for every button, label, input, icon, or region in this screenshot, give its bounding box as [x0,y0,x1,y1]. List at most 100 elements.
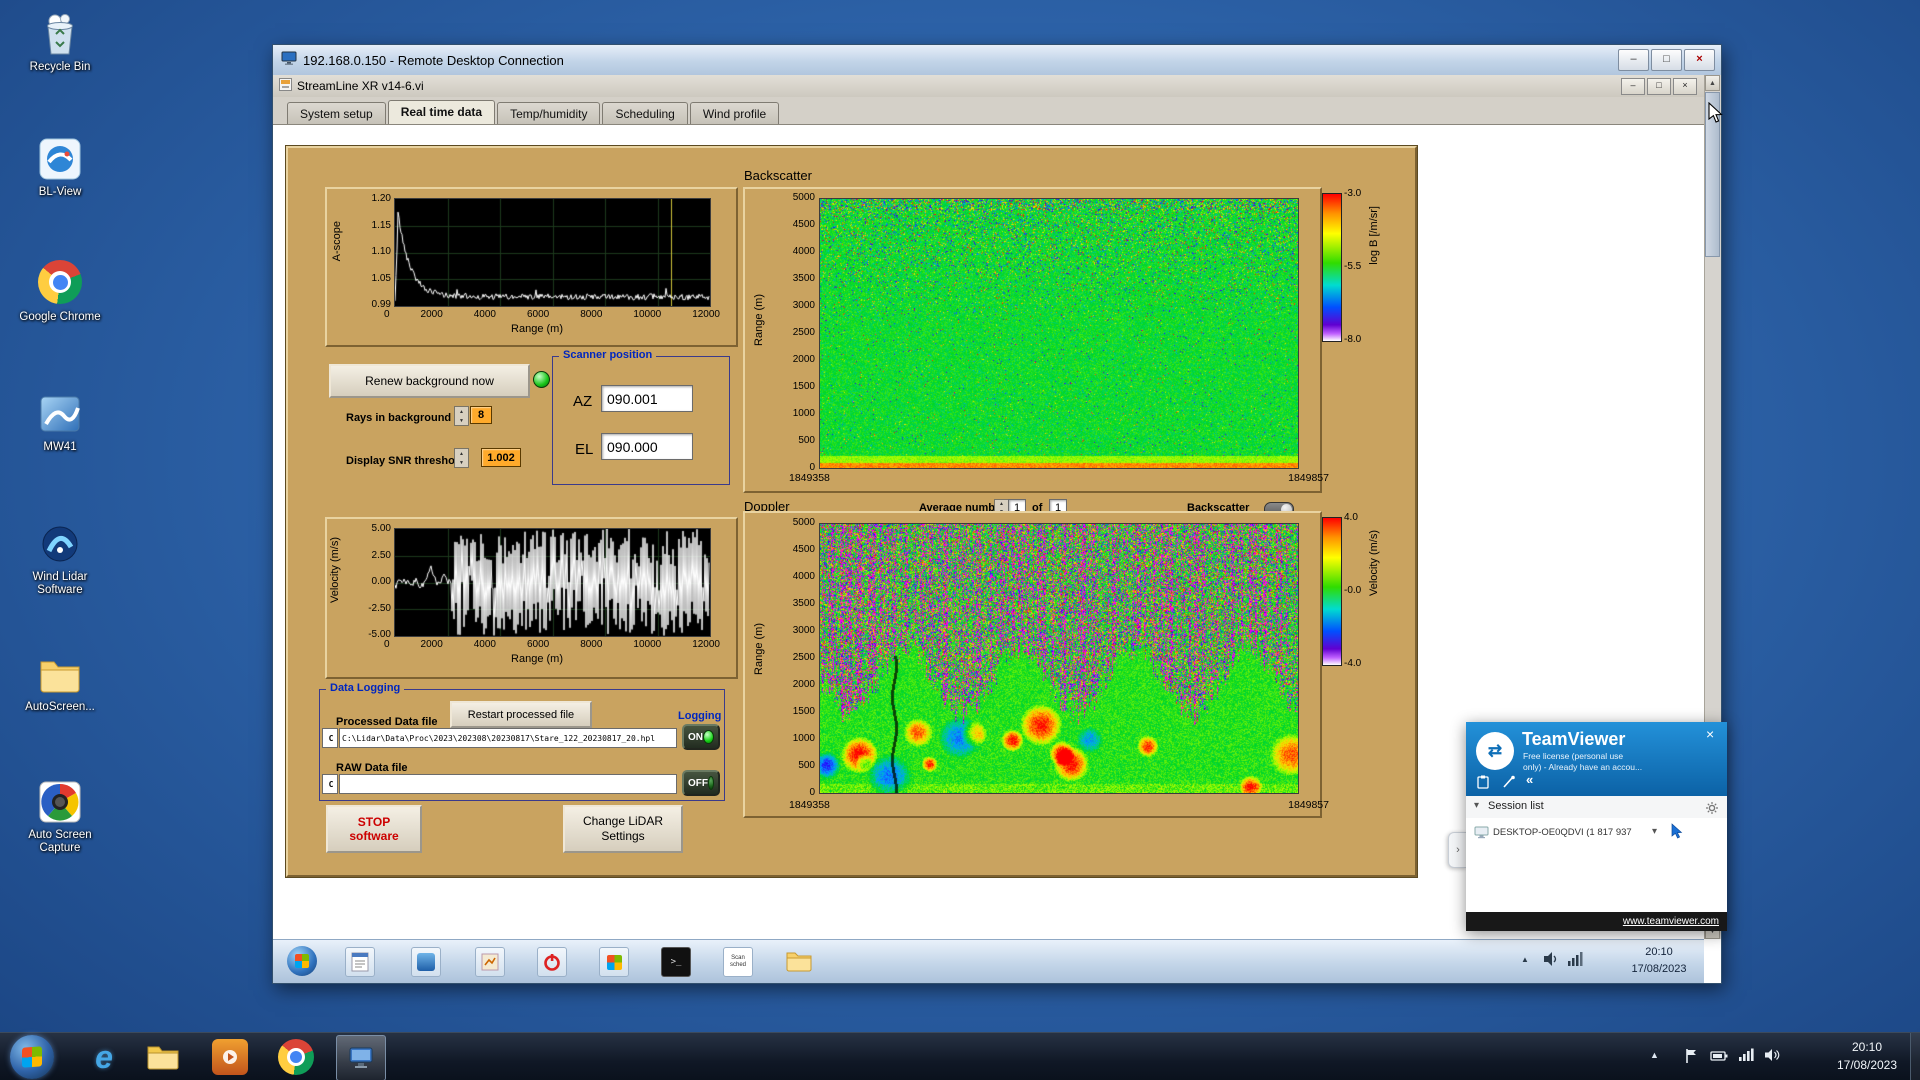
desktop-icon-chrome[interactable]: Google Chrome [14,258,106,324]
rays-value[interactable]: 8 [470,406,492,424]
rdp-maximize-button[interactable]: □ [1651,49,1682,71]
ascope-ylabel: A-scope [331,221,343,262]
session-list-chevron-icon[interactable]: ▾ [1474,800,1479,811]
remote-clock[interactable]: 20:10 17/08/2023 [1621,944,1697,977]
remote-quicklaunch-cmd-icon[interactable]: >_ [661,947,691,977]
raw-drive-box[interactable]: C [322,774,338,794]
scanner-position-title: Scanner position [559,349,657,361]
app-minimize-button[interactable]: – [1621,77,1645,95]
app-restore-button[interactable]: □ [1647,77,1671,95]
remote-tray-volume-icon[interactable] [1543,951,1559,972]
remote-taskbar: >_ Scan sched ▲ 20:10 17/08/2023 [273,939,1704,983]
doppler-xend: 1849857 [1288,799,1329,811]
on-led [703,730,714,744]
taskbar-rdp-active-button[interactable] [336,1035,386,1080]
app-titlebar[interactable]: StreamLine XR v14-6.vi – □ × [273,75,1721,98]
teamviewer-clipboard-icon[interactable] [1476,775,1490,794]
tick-label: 1.05 [371,272,391,284]
teamviewer-collapse-tab[interactable]: › [1448,832,1467,868]
stop-software-button[interactable]: STOP software [326,805,422,853]
desktop-icon-label: MW41 [43,441,77,453]
snr-stepper[interactable]: ▲ ▼ [454,448,469,468]
tick-label: 4000 [473,309,496,320]
raw-logging-toggle[interactable]: OFF [682,770,720,796]
desktop-icon-wind-lidar[interactable]: Wind Lidar Software [14,520,106,597]
remote-tray-up-arrow[interactable]: ▲ [1521,955,1529,964]
taskbar-chrome-icon[interactable] [278,1039,314,1075]
taskbar-clock[interactable]: 20:10 17/08/2023 [1822,1038,1912,1074]
rdp-close-button[interactable]: × [1684,49,1715,71]
tick-label: 5.00 [371,523,391,534]
show-desktop-button[interactable] [1910,1033,1920,1080]
tick-label: 1.15 [371,219,391,231]
session-entry-dropdown-icon[interactable]: ▾ [1652,826,1657,837]
doppler-yticks: 5000 4500 4000 3500 3000 2500 2000 1500 1000 500 0 [779,517,815,798]
tab-temp-humidity[interactable]: Temp/humidity [497,102,601,124]
change-lidar-settings-button[interactable]: Change LiDAR Settings [563,805,683,853]
wind-lidar-icon [36,520,84,568]
remote-quicklaunch-folder-icon[interactable] [785,948,813,977]
tray-show-hidden-icons[interactable]: ▲ [1650,1050,1659,1060]
taskbar-media-icon[interactable] [212,1039,248,1075]
backscatter-yticks: 5000 4500 4000 3500 3000 2500 2000 1500 1000 500 0 [779,192,815,473]
tick-label: 500 [798,435,815,446]
off-label: OFF [688,777,708,789]
remote-quicklaunch-blview-icon[interactable] [411,947,441,977]
app-close-button[interactable]: × [1673,77,1697,95]
scroll-up-arrow[interactable]: ▲ [1705,75,1720,91]
tab-system-setup[interactable]: System setup [287,102,386,124]
ascope-yticks: 1.20 1.15 1.10 1.05 0.99 [354,193,391,310]
teamviewer-brush-icon[interactable] [1502,775,1516,794]
tray-network-icon[interactable] [1738,1048,1754,1067]
tick-label: 6000 [526,639,550,650]
tab-scheduling[interactable]: Scheduling [602,102,688,124]
desktop-icon-recycle-bin[interactable]: Recycle Bin [14,10,106,74]
session-entry-label[interactable]: DESKTOP-OE0QDVI (1 817 937 [1493,827,1632,838]
session-list-label: Session list [1488,800,1544,812]
remote-quicklaunch-xp-icon[interactable] [599,947,629,977]
tray-flag-icon[interactable] [1684,1048,1698,1069]
desktop-icon-mw41[interactable]: MW41 [14,390,106,454]
remote-start-button[interactable] [287,946,317,976]
backscatter-xstart: 1849358 [789,472,830,484]
taskbar-time: 20:10 [1851,1040,1883,1054]
raw-path-field[interactable] [339,774,677,794]
rays-stepper[interactable]: ▲ ▼ [454,406,469,426]
teamviewer-link[interactable]: www.teamviewer.com [1623,916,1719,927]
renew-background-button[interactable]: Renew background now [329,364,530,398]
teamviewer-session-list-row[interactable]: ▾ Session list [1466,796,1727,819]
taskbar-explorer-icon[interactable] [146,1041,180,1076]
rdp-minimize-button[interactable]: – [1618,49,1649,71]
processed-path-field[interactable]: C:\Lidar\Data\Proc\2023\202308\20230817\… [339,728,677,748]
el-value[interactable]: 090.000 [601,433,693,460]
snr-value[interactable]: 1.002 [481,448,521,467]
rdp-titlebar[interactable]: 192.168.0.150 - Remote Desktop Connectio… [273,45,1721,76]
tick-label: 2500 [792,652,815,663]
tick-label: 2000 [792,679,815,690]
teamviewer-collapse-icons[interactable]: « [1526,772,1533,787]
az-value[interactable]: 090.001 [601,385,693,412]
desktop-icon-auto-screen-capture[interactable]: Auto Screen Capture [14,778,106,855]
tab-real-time-data[interactable]: Real time data [387,100,496,124]
tray-battery-icon[interactable] [1710,1049,1728,1067]
tray-volume-icon[interactable] [1764,1048,1780,1067]
remote-quicklaunch-app-icon[interactable] [475,947,505,977]
remote-quicklaunch-scan-sched-icon[interactable]: Scan sched [723,947,753,977]
teamviewer-close-icon[interactable]: × [1706,726,1714,742]
tab-wind-profile[interactable]: Wind profile [689,102,780,124]
stop-line1: STOP [357,814,391,829]
start-button[interactable] [10,1035,54,1079]
desktop-icon-bl-view[interactable]: BL-View [14,135,106,199]
desktop-icon-autoscreen-folder[interactable]: AutoScreen... [14,650,106,714]
tick-label: 1.10 [371,246,391,257]
snr-label: Display SNR threshold [346,455,465,467]
folder-icon [36,650,84,698]
remote-tray-network-icon[interactable] [1567,951,1583,972]
remote-quicklaunch-wordpad-icon[interactable] [345,947,375,977]
processed-drive-box[interactable]: C [322,728,338,748]
session-list-gear-icon[interactable] [1706,801,1718,819]
restart-processed-file-button[interactable]: Restart processed file [450,701,592,728]
taskbar-ie-icon[interactable]: e [84,1037,124,1077]
remote-quicklaunch-shutdown-icon[interactable] [537,947,567,977]
processed-logging-toggle[interactable]: ON [682,724,720,750]
